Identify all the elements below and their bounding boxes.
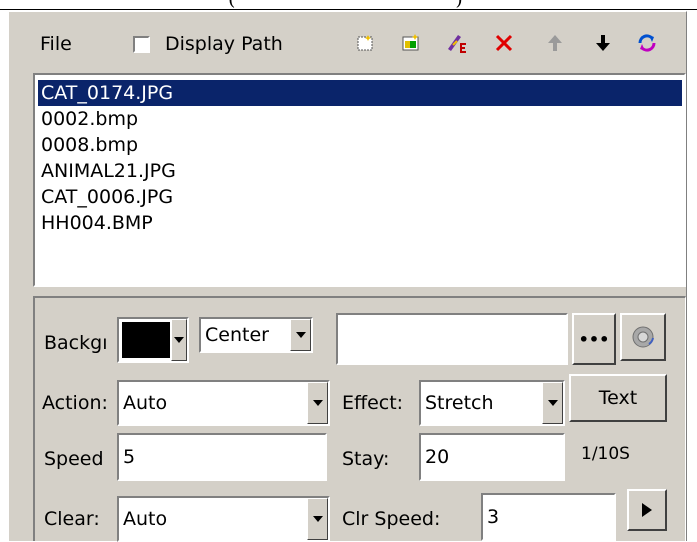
file-list-item[interactable]: 0002.bmp [38, 106, 682, 132]
sound-button[interactable] [620, 313, 666, 361]
file-list-item[interactable]: HH004.BMP [38, 210, 682, 236]
position-select[interactable]: Center [199, 317, 313, 353]
stay-value: 20 [425, 446, 450, 468]
add-files-icon[interactable] [398, 30, 424, 56]
file-list-item[interactable]: ANIMAL21.JPG [38, 158, 682, 184]
position-value: Center [205, 324, 269, 346]
text-button[interactable]: Text [569, 374, 667, 422]
action-select[interactable]: Auto [117, 380, 330, 426]
play-button[interactable] [627, 489, 667, 531]
chevron-down-icon[interactable] [542, 382, 563, 424]
clr-speed-value: 3 [487, 506, 500, 528]
chevron-down-icon[interactable] [290, 319, 311, 351]
file-list-item[interactable]: CAT_0174.JPG [38, 80, 682, 106]
path-input[interactable] [336, 313, 568, 365]
chevron-down-icon[interactable] [307, 382, 328, 424]
background-color-picker[interactable] [117, 317, 189, 363]
ellipsis-icon: ••• [578, 329, 610, 349]
delete-icon[interactable] [491, 30, 517, 56]
stay-label: Stay: [342, 448, 390, 470]
file-list-item[interactable]: 0008.bmp [38, 132, 682, 158]
play-icon [642, 503, 652, 517]
header-divider [0, 9, 697, 10]
action-label: Action: [42, 392, 108, 414]
move-down-icon[interactable] [590, 30, 616, 56]
edit-icon[interactable] [443, 30, 469, 56]
chevron-down-icon[interactable] [171, 319, 187, 361]
refresh-icon[interactable] [634, 30, 660, 56]
background-label: Backgı [44, 332, 108, 354]
file-label: File [40, 33, 72, 55]
speaker-icon [632, 326, 654, 348]
file-list[interactable]: CAT_0174.JPG 0002.bmp 0008.bmp ANIMAL21.… [33, 73, 686, 287]
browse-button[interactable]: ••• [572, 313, 616, 365]
clear-select[interactable]: Auto [117, 496, 330, 542]
speed-value: 5 [123, 446, 136, 468]
background-color-swatch [122, 322, 170, 358]
clr-speed-input[interactable]: 3 [481, 493, 616, 541]
stay-input[interactable]: 20 [419, 433, 565, 481]
effect-select[interactable]: Stretch [419, 380, 565, 426]
clr-speed-label: Clr Speed: [342, 508, 441, 530]
new-list-icon[interactable] [352, 30, 378, 56]
move-up-icon[interactable] [542, 30, 568, 56]
display-path-label[interactable]: Display Path [165, 33, 283, 55]
effect-value: Stretch [425, 392, 494, 414]
speed-input[interactable]: 5 [117, 433, 327, 481]
chevron-down-icon[interactable] [307, 498, 328, 540]
display-path-checkbox[interactable] [133, 36, 150, 53]
clear-label: Clear: [44, 508, 100, 530]
effect-label: Effect: [342, 392, 404, 414]
speed-label: Speed [44, 448, 104, 470]
action-value: Auto [123, 392, 168, 414]
stay-unit-label: 1/10S [581, 444, 630, 464]
clear-value: Auto [123, 508, 168, 530]
file-list-item[interactable]: CAT_0006.JPG [38, 184, 682, 210]
